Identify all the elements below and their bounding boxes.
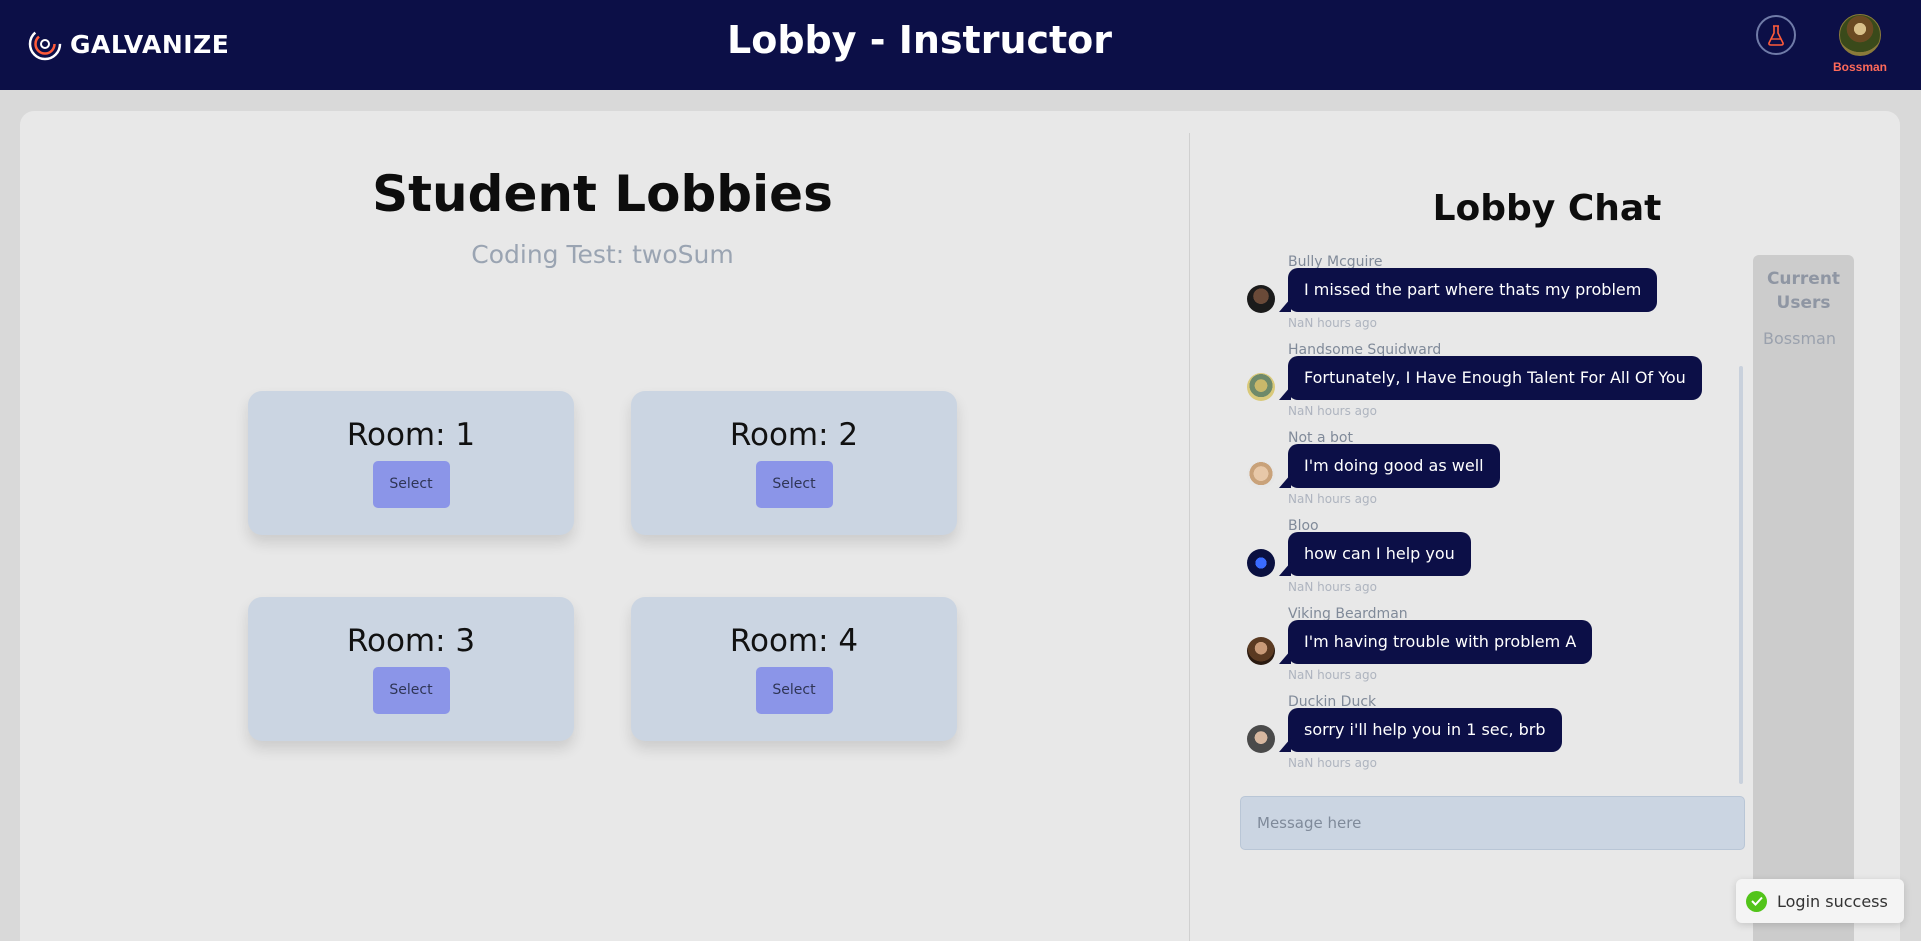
lab-button[interactable]: [1756, 15, 1796, 55]
avatar: [1247, 549, 1275, 577]
message-timestamp: NaN hours ago: [1288, 316, 1377, 330]
message-timestamp: NaN hours ago: [1288, 580, 1377, 594]
message-timestamp: NaN hours ago: [1288, 668, 1377, 682]
room-title: Room: 3: [346, 623, 476, 659]
user-name: Bossman: [1832, 60, 1888, 74]
message-bubble: sorry i'll help you in 1 sec, brb: [1279, 708, 1562, 752]
room-card: Room: 3 Select: [248, 597, 574, 741]
check-circle-icon: [1746, 890, 1767, 912]
current-user-item: Bossman: [1763, 329, 1836, 348]
avatar: [1247, 461, 1275, 489]
message-bubble: I'm doing good as well: [1279, 444, 1500, 488]
message-timestamp: NaN hours ago: [1288, 404, 1377, 418]
toast-message: Login success: [1777, 891, 1888, 911]
current-users-panel: Current Users Bossman: [1753, 255, 1854, 941]
select-room-button[interactable]: Select: [372, 667, 450, 714]
message-bubble: how can I help you: [1279, 532, 1471, 576]
avatar[interactable]: [1839, 14, 1881, 56]
message-bubble: I missed the part where thats my problem: [1278, 268, 1658, 312]
flask-icon: [1768, 25, 1784, 46]
login-success-toast: Login success: [1736, 879, 1904, 923]
room-card: Room: 4 Select: [631, 597, 957, 741]
galvanize-logo-icon: [28, 27, 62, 61]
user-profile[interactable]: Bossman: [1830, 14, 1890, 74]
galvanize-logo[interactable]: GALVANIZE: [28, 27, 229, 61]
room-title: Room: 2: [729, 417, 859, 453]
room-title: Room: 4: [729, 623, 859, 659]
select-room-button[interactable]: Select: [755, 667, 833, 714]
room-card: Room: 1 Select: [248, 391, 574, 535]
student-lobbies-heading: Student Lobbies: [372, 165, 833, 223]
message-input[interactable]: [1240, 796, 1745, 850]
message-bubble: I'm having trouble with problem A: [1278, 620, 1593, 664]
avatar: [1247, 637, 1275, 665]
message-timestamp: NaN hours ago: [1288, 492, 1377, 506]
avatar: [1247, 373, 1275, 401]
top-nav-bar: GALVANIZE Lobby - Instructor Bossman: [0, 0, 1921, 90]
select-room-button[interactable]: Select: [755, 461, 833, 508]
message-bubble: Fortunately, I Have Enough Talent For Al…: [1279, 356, 1702, 400]
lobby-chat-heading: Lobby Chat: [1432, 188, 1662, 229]
page-title: Lobby - Instructor: [727, 18, 1113, 62]
avatar: [1247, 285, 1275, 313]
chat-scrollbar[interactable]: [1739, 366, 1743, 784]
current-users-heading: Current Users: [1766, 269, 1841, 313]
brand-name: GALVANIZE: [70, 29, 230, 59]
coding-test-subtitle: Coding Test: twoSum: [471, 240, 734, 269]
room-card: Room: 2 Select: [631, 391, 957, 535]
avatar: [1247, 725, 1275, 753]
message-timestamp: NaN hours ago: [1288, 756, 1377, 770]
room-title: Room: 1: [346, 417, 476, 453]
select-room-button[interactable]: Select: [372, 461, 450, 508]
